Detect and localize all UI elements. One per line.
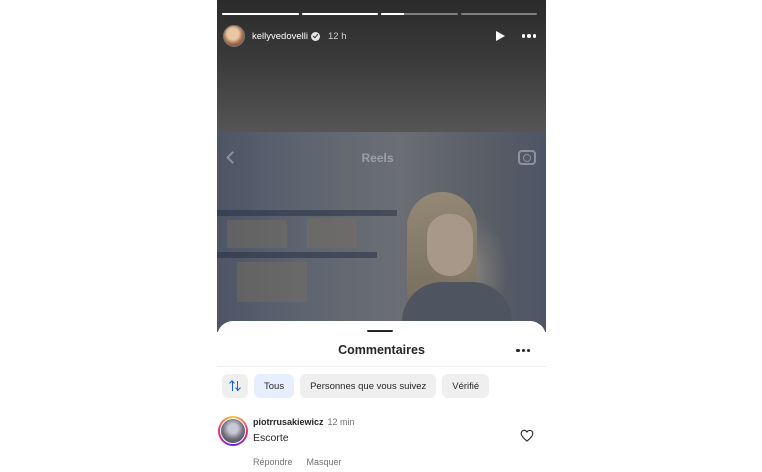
phone-screen: kellyvedovelli 12 h Reels Commentaires T… [217, 0, 546, 472]
story-user-row: kellyvedovelli 12 h [223, 24, 536, 48]
comment-username[interactable]: piotrrusakiewicz 12 min [253, 417, 355, 427]
comment-filters: Tous Personnes que vous suivez Vérifié [222, 374, 490, 398]
comment-username-text[interactable]: piotrrusakiewicz [253, 417, 324, 427]
divider [217, 366, 546, 367]
story-timestamp: 12 h [327, 30, 347, 42]
filter-chip-verified[interactable]: Vérifié [442, 374, 490, 398]
story-progress-segment [460, 13, 537, 15]
reply-button[interactable]: Répondre [253, 457, 293, 467]
comment-actions: Répondre Masquer [253, 457, 342, 467]
chevron-left-icon[interactable] [226, 151, 239, 164]
reel-nav: Reels [223, 150, 536, 165]
more-horizontal-icon[interactable] [516, 349, 530, 353]
comments-sheet: Commentaires Tous Personnes que vous sui… [217, 321, 546, 472]
story-header-area: kellyvedovelli 12 h [217, 0, 546, 132]
story-progress-bar [222, 13, 537, 15]
story-username[interactable]: kellyvedovelli [252, 31, 308, 42]
comment-item: piotrrusakiewicz 12 min Escorte Répondre … [217, 416, 546, 472]
comment-timestamp: 12 min [327, 417, 355, 427]
more-horizontal-icon[interactable] [521, 34, 536, 38]
avatar[interactable] [218, 416, 248, 446]
sheet-title: Commentaires [338, 343, 425, 357]
heart-outline-icon[interactable] [520, 429, 534, 442]
filter-chip-following[interactable]: Personnes que vous suivez [300, 374, 437, 398]
story-progress-segment [381, 13, 458, 15]
hide-button[interactable]: Masquer [307, 457, 342, 467]
reel-video[interactable]: Reels [217, 132, 546, 332]
comment-text: Escorte [253, 432, 289, 444]
story-progress-segment [301, 13, 378, 15]
story-progress-segment [222, 13, 299, 15]
play-icon[interactable] [495, 31, 505, 41]
avatar[interactable] [223, 25, 245, 47]
verified-badge-icon [310, 31, 320, 41]
sort-button[interactable] [222, 374, 248, 398]
camera-icon[interactable] [518, 150, 536, 165]
sheet-drag-handle[interactable] [367, 330, 393, 332]
sort-arrows-icon [228, 380, 241, 392]
reels-title: Reels [361, 150, 394, 165]
filter-chip-all[interactable]: Tous [254, 374, 295, 398]
